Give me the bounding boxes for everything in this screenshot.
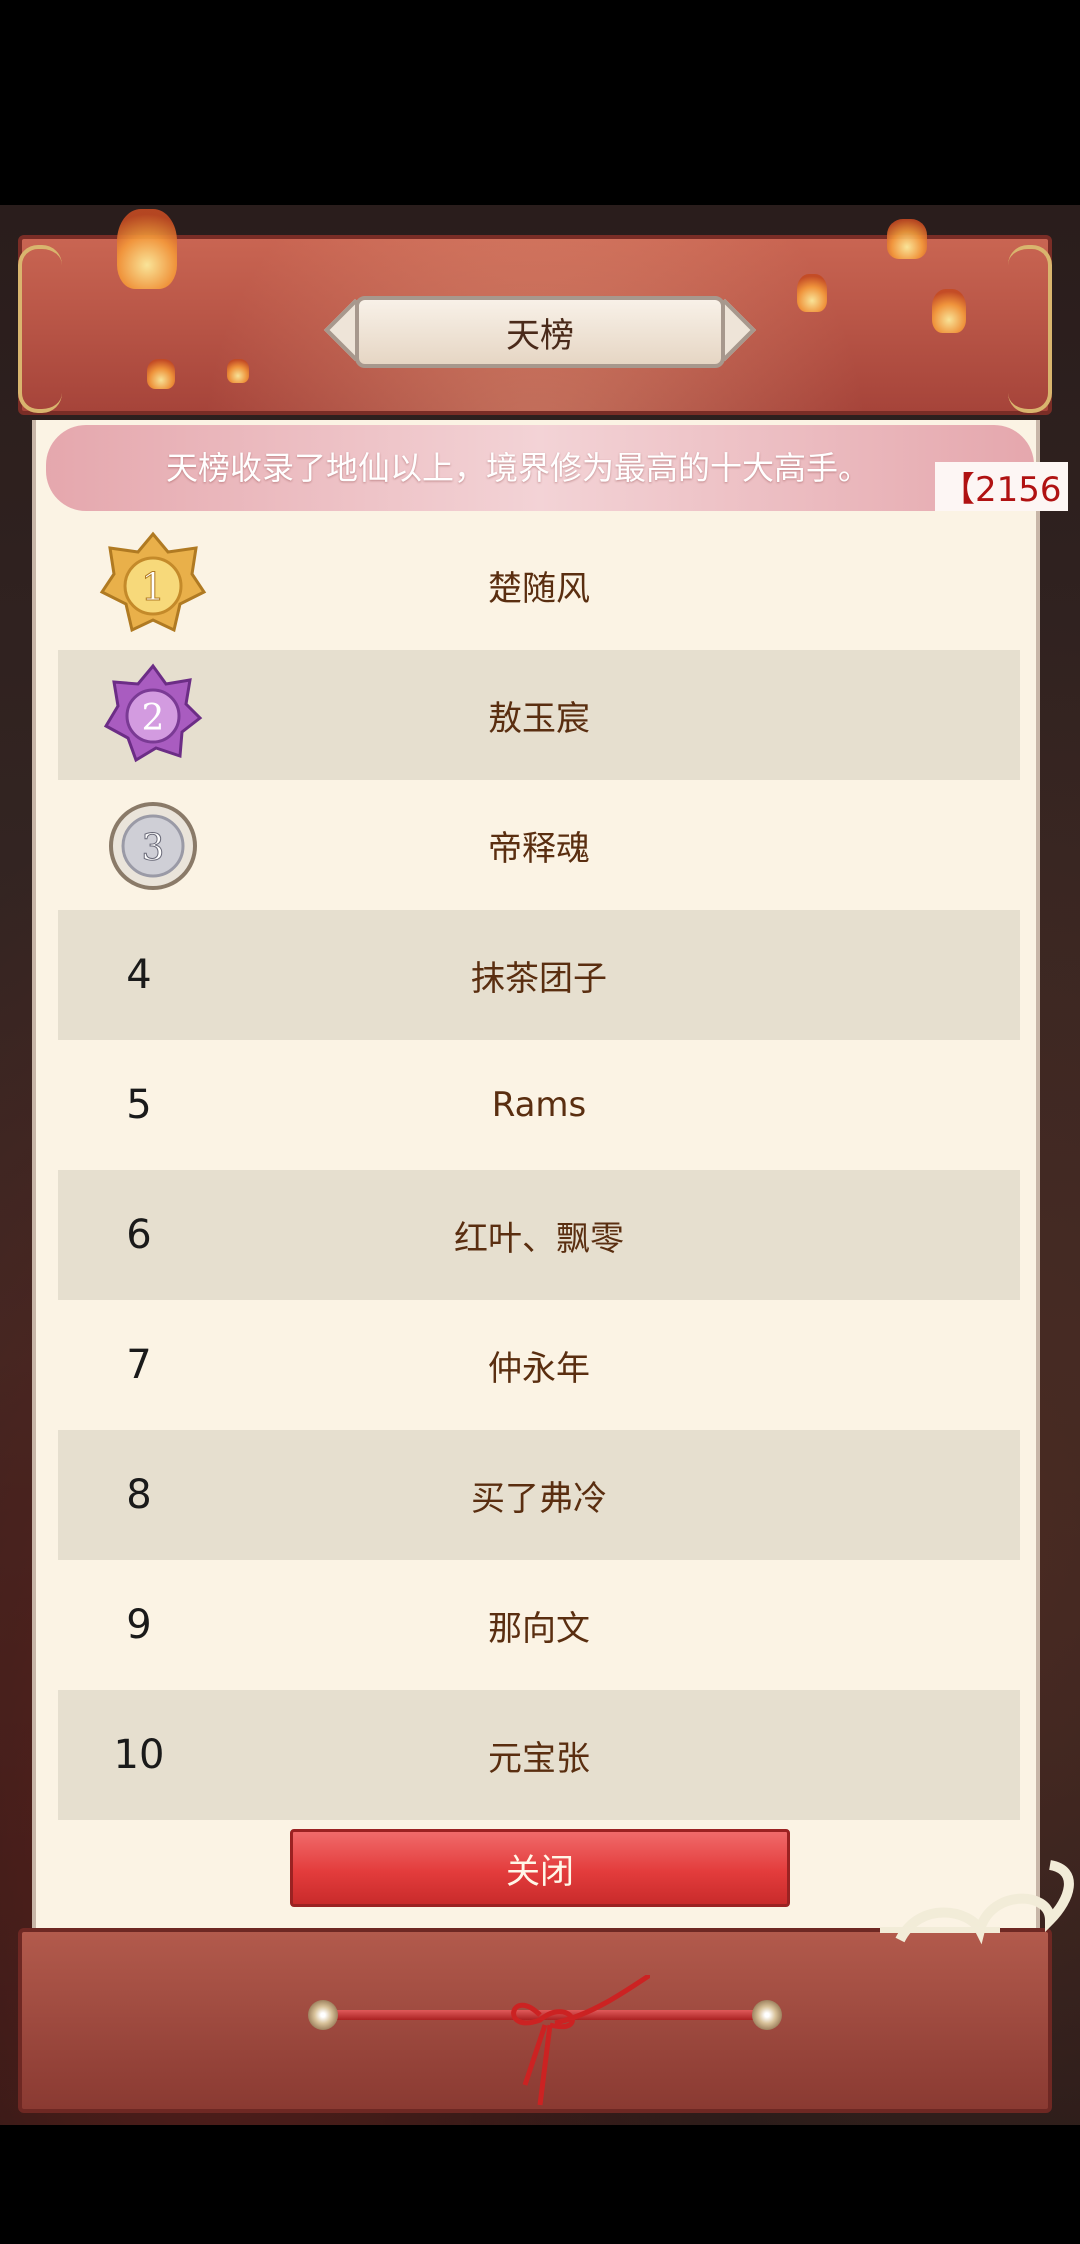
player-name: Rams [491, 1085, 587, 1125]
player-name: 元宝张 [488, 1738, 590, 1779]
rod-knob-left [308, 2000, 338, 2030]
lantern-icon [227, 359, 249, 383]
ranking-row[interactable]: 8 买了弗冷 [58, 1430, 1020, 1560]
ranking-row[interactable]: 9 那向文 [58, 1560, 1020, 1690]
lantern-icon [117, 209, 177, 289]
ranking-row[interactable]: 4 抹茶团子 [58, 910, 1020, 1040]
rod-knob-right [752, 2000, 782, 2030]
lantern-icon [147, 359, 175, 389]
player-name: 仲永年 [488, 1348, 590, 1389]
player-name: 那向文 [488, 1608, 590, 1649]
lantern-icon [932, 289, 966, 333]
lantern-icon [797, 274, 827, 312]
page-title: 天榜 [355, 296, 725, 368]
notice-text: 天榜收录了地仙以上，境界修为最高的十大高手。 [166, 449, 871, 487]
ranking-row[interactable]: 7 仲永年 [58, 1300, 1020, 1430]
ranking-row[interactable]: 2 敖玉宸 [58, 650, 1020, 780]
ranking-row[interactable]: 5 Rams [58, 1040, 1020, 1170]
knot-icon [511, 1975, 650, 2106]
notice-ticker: 天榜收录了地仙以上，境界修为最高的十大高手。 [46, 425, 1034, 511]
lantern-icon [887, 219, 927, 259]
player-name: 楚随风 [488, 568, 590, 609]
player-name: 敖玉宸 [488, 698, 590, 739]
player-name: 红叶、飘零 [454, 1218, 624, 1259]
notice-trailing-text: 【2156 [935, 462, 1068, 511]
player-name: 抹茶团子 [471, 958, 607, 999]
ranking-row[interactable]: 6 红叶、飘零 [58, 1170, 1020, 1300]
ranking-row[interactable]: 3 帝释魂 [58, 780, 1020, 910]
cloud-icon [880, 1860, 1074, 1945]
player-name: 买了弗冷 [471, 1478, 607, 1519]
ranking-row[interactable]: 1 楚随风 [58, 520, 1020, 650]
player-name: 帝释魂 [488, 828, 590, 869]
close-button[interactable]: 关闭 [290, 1829, 790, 1907]
ranking-row[interactable]: 10 元宝张 [58, 1690, 1020, 1820]
ranking-list: 1 楚随风 2 敖玉宸 3 帝释魂 4 抹茶团子 5 Rams 6 红叶、飘零 … [58, 520, 1020, 1820]
